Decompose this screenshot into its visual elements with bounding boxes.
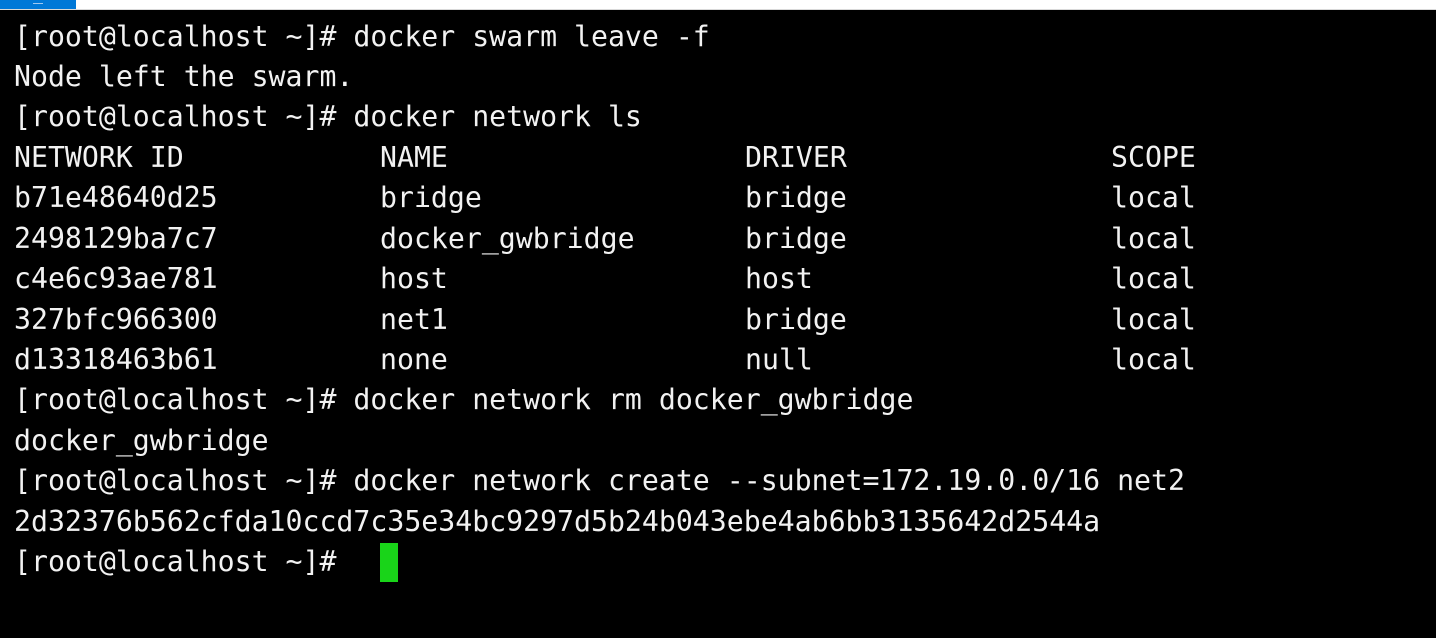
cell-name: docker_gwbridge — [380, 222, 635, 255]
cell-driver: bridge — [745, 222, 847, 255]
tab-mark-icon — [33, 0, 43, 4]
table-header-row: NETWORK ID NAME DRIVER SCOPE — [14, 139, 1314, 177]
header-driver: DRIVER — [745, 141, 847, 174]
terminal-line: docker_gwbridge — [14, 424, 269, 457]
cell-driver: null — [745, 343, 813, 376]
cell-name: bridge — [380, 181, 482, 214]
window-top-bar — [0, 0, 1436, 10]
cell-scope: local — [1111, 222, 1196, 255]
terminal-line: [root@localhost ~]# docker network ls — [14, 100, 642, 133]
cell-name: net1 — [380, 303, 448, 336]
terminal-line: 2d32376b562cfda10ccd7c35e34bc9297d5b24b0… — [14, 505, 1101, 538]
terminal-prompt: [root@localhost ~]# — [14, 545, 337, 578]
cell-network-id: b71e48640d25 — [14, 181, 218, 214]
cell-name: none — [380, 343, 448, 376]
terminal-line: [root@localhost ~]# docker network creat… — [14, 464, 1185, 497]
table-row: 327bfc966300 net1 bridge local — [14, 301, 1314, 339]
cell-scope: local — [1111, 262, 1196, 295]
table-row: c4e6c93ae781 host host local — [14, 260, 1314, 298]
cell-network-id: c4e6c93ae781 — [14, 262, 218, 295]
cell-driver: bridge — [745, 303, 847, 336]
active-tab-indicator[interactable] — [0, 0, 76, 9]
cell-driver: bridge — [745, 181, 847, 214]
header-scope: SCOPE — [1111, 141, 1196, 174]
table-row: b71e48640d25 bridge bridge local — [14, 179, 1314, 217]
table-row: 2498129ba7c7 docker_gwbridge bridge loca… — [14, 220, 1314, 258]
cell-scope: local — [1111, 303, 1196, 336]
header-name: NAME — [380, 141, 448, 174]
terminal-output[interactable]: [root@localhost ~]# docker swarm leave -… — [0, 10, 1436, 638]
cell-name: host — [380, 262, 448, 295]
terminal-line: [root@localhost ~]# docker network rm do… — [14, 383, 914, 416]
header-network-id: NETWORK ID — [14, 141, 184, 174]
cell-scope: local — [1111, 181, 1196, 214]
terminal-line: [root@localhost ~]# docker swarm leave -… — [14, 20, 710, 53]
terminal-cursor[interactable] — [380, 543, 398, 582]
cell-network-id: 2498129ba7c7 — [14, 222, 218, 255]
table-row: d13318463b61 none null local — [14, 341, 1314, 379]
cell-driver: host — [745, 262, 813, 295]
terminal-line: Node left the swarm. — [14, 60, 354, 93]
cell-network-id: d13318463b61 — [14, 343, 218, 376]
cell-network-id: 327bfc966300 — [14, 303, 218, 336]
cell-scope: local — [1111, 343, 1196, 376]
